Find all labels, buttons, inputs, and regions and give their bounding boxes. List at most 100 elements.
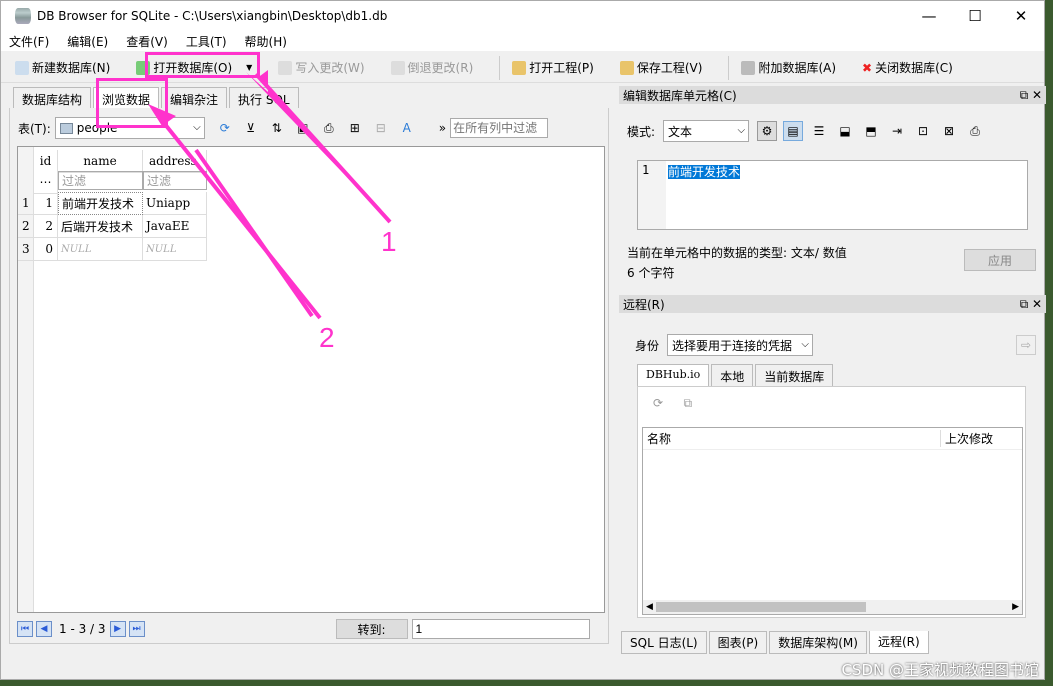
set-null-icon[interactable]: ⇥	[887, 121, 907, 141]
table-cell[interactable]: 1	[34, 192, 58, 215]
toolbar-separator	[499, 55, 501, 80]
menu-tools[interactable]: 工具(T)	[186, 33, 227, 50]
clear-filters-icon[interactable]: ⊻	[241, 118, 261, 138]
identity-label: 身份	[635, 338, 660, 353]
connect-icon[interactable]: ⇨	[1016, 335, 1036, 355]
dock-float-close-icons[interactable]: ⧉ ✕	[1020, 88, 1042, 103]
font-icon[interactable]: A	[397, 118, 417, 138]
horizontal-scrollbar[interactable]: ◀ ▶	[643, 600, 1022, 614]
global-filter-input[interactable]	[450, 118, 549, 138]
save-project-icon	[619, 60, 634, 75]
column-header-id[interactable]: id	[34, 150, 58, 173]
table-cell-null[interactable]: NULL	[58, 238, 143, 261]
column-header-name[interactable]: name	[58, 150, 143, 173]
close-database-button[interactable]: ✖ 关闭数据库(C)	[856, 55, 959, 81]
menu-file[interactable]: 文件(F)	[9, 33, 49, 50]
chevron-down-icon: ⌵	[801, 339, 810, 350]
link-icon[interactable]: ⊡	[913, 121, 933, 141]
scroll-right-icon[interactable]: ▶	[1009, 602, 1022, 612]
tab-sql-log[interactable]: SQL 日志(L)	[621, 631, 707, 654]
insert-record-icon[interactable]: ⊞	[345, 118, 365, 138]
tab-plot[interactable]: 图表(P)	[708, 631, 768, 654]
last-page-icon[interactable]: ⏭	[128, 621, 145, 637]
highlight-box-browse-tab	[96, 78, 168, 128]
goto-button[interactable]: 转到:	[335, 619, 408, 639]
indent-icon[interactable]: ☰	[809, 121, 829, 141]
filter-ellipsis[interactable]: ⋯	[34, 171, 58, 194]
dock-float-close-icons[interactable]: ⧉ ✕	[1020, 297, 1042, 312]
goto-input[interactable]	[411, 619, 590, 639]
save-view-icon[interactable]: ▣	[293, 118, 313, 138]
column-header-address[interactable]: address	[143, 150, 207, 173]
tab-local[interactable]: 本地	[711, 364, 754, 386]
new-database-button[interactable]: 新建数据库(N)	[9, 55, 116, 81]
highlight-box-open-db	[145, 52, 260, 78]
word-wrap-icon[interactable]: ▤	[783, 121, 804, 141]
table-cell[interactable]: Uniapp	[143, 192, 207, 215]
filter-input-address[interactable]: 过滤	[143, 171, 207, 190]
menu-bar: 文件(F) 编辑(E) 查看(V) 工具(T) 帮助(H)	[1, 31, 1044, 51]
table-icon	[59, 122, 73, 134]
clear-icon[interactable]: ⊠	[939, 121, 959, 141]
cell-editor-content[interactable]: 前端开发技术	[668, 165, 741, 179]
close-database-icon: ✖	[862, 60, 873, 75]
menu-edit[interactable]: 编辑(E)	[67, 33, 108, 50]
import-icon[interactable]: ⬓	[835, 121, 855, 141]
column-header-name[interactable]: 名称	[647, 430, 671, 447]
scroll-left-icon[interactable]: ◀	[643, 602, 656, 612]
remote-tabs: DBHub.io 本地 当前数据库	[637, 364, 1046, 386]
auto-switch-icon[interactable]: ⚙	[757, 121, 778, 141]
export-icon[interactable]: ⬒	[861, 121, 881, 141]
maximize-button[interactable]: ☐	[952, 1, 998, 31]
row-number: 2	[18, 215, 34, 238]
more-icon[interactable]: »	[439, 121, 446, 135]
window-title: DB Browser for SQLite - C:\Users\xiangbi…	[37, 9, 388, 23]
table-cell-null[interactable]: NULL	[143, 238, 207, 261]
filter-input-name[interactable]: 过滤	[58, 171, 143, 190]
scrollbar-thumb[interactable]	[655, 602, 866, 612]
write-changes-button[interactable]: 写入更改(W)	[272, 55, 370, 81]
line-number: 1	[638, 161, 666, 229]
tab-dbhub[interactable]: DBHub.io	[637, 364, 710, 386]
clone-icon[interactable]: ⧉	[678, 394, 698, 414]
save-project-button[interactable]: 保存工程(V)	[614, 55, 709, 81]
open-project-button[interactable]: 打开工程(P)	[506, 55, 600, 81]
print-icon[interactable]: ⎙	[319, 118, 339, 138]
remote-file-list: 名称 上次修改 ◀ ▶	[642, 427, 1023, 615]
first-page-icon[interactable]: ⏮	[17, 621, 33, 637]
table-cell-selected[interactable]: 前端开发技术	[58, 192, 143, 215]
delete-record-icon[interactable]: ⊟	[371, 118, 391, 138]
attach-database-button[interactable]: 附加数据库(A)	[735, 55, 842, 81]
clear-sorting-icon[interactable]: ⇅	[267, 118, 287, 138]
print-icon[interactable]: ⎙	[965, 121, 985, 141]
edit-cell-header: 编辑数据库单元格(C) ⧉ ✕	[619, 86, 1046, 104]
next-page-icon[interactable]: ▶	[109, 621, 126, 637]
tab-edit-pragmas[interactable]: 编辑杂注	[161, 87, 228, 109]
tab-current-db[interactable]: 当前数据库	[755, 364, 834, 386]
refresh-icon[interactable]: ⟳	[215, 118, 235, 138]
tab-database-structure[interactable]: 数据库结构	[13, 87, 92, 109]
refresh-icon[interactable]: ⟳	[648, 393, 668, 413]
table-label: 表(T):	[18, 121, 51, 136]
identity-select[interactable]: 选择要用于连接的凭据 ⌵	[667, 334, 814, 356]
revert-changes-button[interactable]: 倒退更改(R)	[385, 55, 480, 81]
remote-content: ⟳ ⧉ 名称 上次修改 ◀ ▶	[637, 386, 1026, 618]
menu-help[interactable]: 帮助(H)	[245, 33, 287, 50]
prev-page-icon[interactable]: ◀	[36, 621, 52, 637]
bottom-dock-tabs: SQL 日志(L) 图表(P) 数据库架构(M) 远程(R)	[621, 631, 931, 654]
data-grid: id name address ⋯ 过滤 过滤 1 1 前端开发技术 Uniap…	[17, 146, 605, 613]
table-cell[interactable]: 2	[34, 215, 58, 238]
table-cell[interactable]: 0	[34, 238, 58, 261]
menu-view[interactable]: 查看(V)	[126, 33, 168, 50]
apply-button[interactable]: 应用	[964, 249, 1036, 271]
table-cell[interactable]: JavaEE	[143, 215, 207, 238]
tab-remote[interactable]: 远程(R)	[868, 631, 929, 654]
close-button[interactable]: ✕	[998, 1, 1044, 31]
column-header-modified[interactable]: 上次修改	[940, 430, 1018, 447]
minimize-button[interactable]: —	[906, 1, 952, 31]
table-cell[interactable]: 后端开发技术	[58, 215, 143, 238]
tab-db-schema[interactable]: 数据库架构(M)	[769, 631, 867, 654]
mode-select[interactable]: 文本 ⌵	[663, 120, 750, 142]
tab-execute-sql[interactable]: 执行 SQL	[229, 87, 299, 109]
cell-editor[interactable]: 1 前端开发技术	[637, 160, 1028, 230]
